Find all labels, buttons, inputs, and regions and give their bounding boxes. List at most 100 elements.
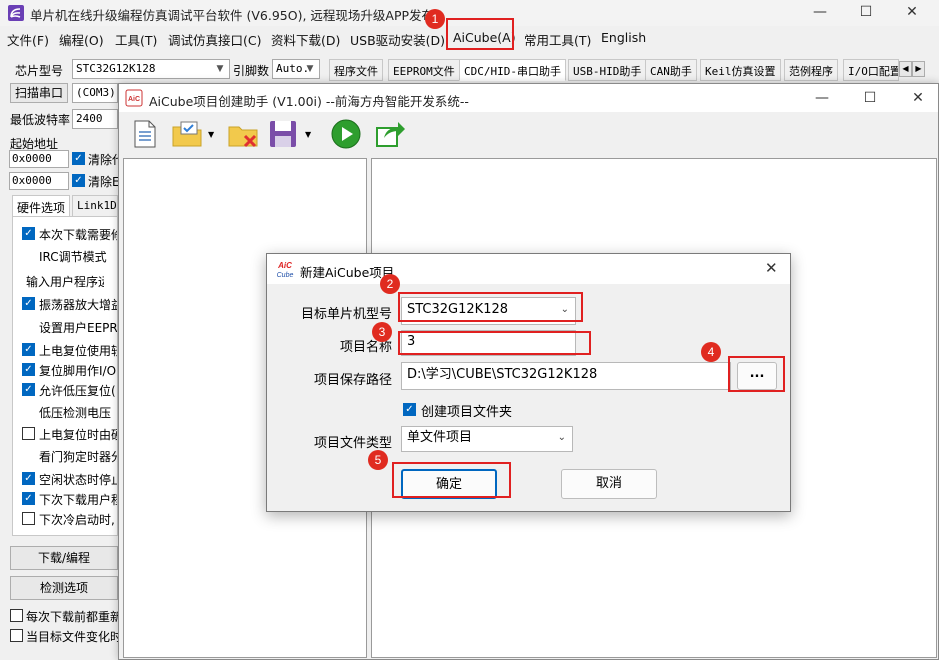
annotation-box-aicube-menu [446,18,514,50]
svg-text:Cube: Cube [277,272,294,279]
option-label: IRC调节模式 [39,250,107,264]
open-folder-icon[interactable] [171,118,203,150]
menu-debug[interactable]: 调试仿真接口(C) [168,30,261,49]
delete-folder-icon[interactable] [227,118,259,150]
option-label: 空闲状态时停止 [39,473,117,487]
save-path-input[interactable]: D:\学习\CUBE\STC32G12K128 [401,362,731,390]
port-value: (COM3) [76,86,116,99]
option-label: 看门狗定时器分 [39,450,117,464]
annotation-badge-1: 1 [425,9,445,29]
clear-eeprom-label: 清除E [88,175,120,189]
clear-eeprom-checkbox[interactable]: ✓ [72,174,85,187]
cancel-button[interactable]: 取消 [561,469,657,499]
option-label: 下次下载用户程 [39,493,117,507]
option-checkbox[interactable] [22,512,35,525]
maximize-button[interactable]: ☐ [843,0,889,26]
close-button[interactable]: ✕ [889,0,935,26]
option-checkbox[interactable]: ✓ [22,383,35,396]
new-document-icon[interactable] [129,118,161,150]
aicube-maximize-button[interactable]: ☐ [847,86,893,112]
tab-can[interactable]: CAN助手 [645,59,697,81]
reload-before-download-label: 每次下载前都重新 [26,610,123,624]
menu-common-tools[interactable]: 常用工具(T) [524,30,591,49]
tab-keil-debug[interactable]: Keil仿真设置 [700,59,781,81]
chip-model-value: STC32G12K128 [76,62,156,75]
option-label: 上电复位时由硬 [39,428,117,442]
minimize-button[interactable]: — [797,0,843,26]
start-address-input-1[interactable]: 0x0000 [9,150,69,168]
min-baud-select[interactable]: 2400 [72,109,118,129]
option-checkbox[interactable]: ✓ [22,297,35,310]
tab-hardware-options[interactable]: 硬件选项 [12,195,71,217]
open-dropdown-icon[interactable]: ▼ [208,130,214,139]
svg-text:AiC: AiC [277,261,292,270]
menu-tools[interactable]: 工具(T) [115,30,157,49]
tab-scroll-left-icon[interactable]: ◀ [899,61,912,77]
reload-before-download-checkbox[interactable] [10,609,23,622]
tab-link1d[interactable]: Link1D/ [72,195,118,217]
menu-program[interactable]: 编程(O) [59,30,104,49]
detect-options-button[interactable]: 检测选项 [10,576,118,600]
chip-model-select[interactable]: STC32G12K128 ▼ [72,59,230,79]
start-address-input-2[interactable]: 0x0000 [9,172,69,190]
option-checkbox[interactable]: ✓ [22,492,35,505]
min-baud-value: 2400 [76,112,103,125]
annotation-badge-5: 5 [368,450,388,470]
dialog-close-icon[interactable]: ✕ [765,259,778,277]
menu-downloads[interactable]: 资料下载(D) [271,30,340,49]
option-label: 下次冷启动时, [39,513,115,527]
tab-io-config[interactable]: I/O口配置 [843,59,899,81]
menu-english[interactable]: English [601,30,646,45]
tab-cdc-hid-serial[interactable]: CDC/HID-串口助手 [459,59,566,81]
app-icon [8,5,24,21]
save-icon[interactable] [267,118,299,150]
pin-count-label: 引脚数 [233,64,270,78]
scan-port-button[interactable]: 扫描串口 [10,83,68,103]
option-label: 上电复位使用较 [39,344,117,358]
clear-code-checkbox[interactable]: ✓ [72,152,85,165]
option-checkbox[interactable]: ✓ [22,472,35,485]
annotation-badge-4: 4 [701,342,721,362]
option-label: 本次下载需要修 [39,228,117,242]
chevron-down-icon: ▼ [216,64,224,74]
auto-load-on-change-label: 当目标文件变化时 [26,630,123,644]
pin-count-select[interactable]: Auto. ▼ [272,59,320,79]
option-label: 低压检测电压 [39,406,112,420]
auto-load-on-change-checkbox[interactable] [10,629,23,642]
run-icon[interactable] [330,118,362,150]
menu-usb-driver[interactable]: USB驱动安装(D) [350,30,445,49]
port-select[interactable]: (COM3) [72,83,118,103]
option-label: 设置用户EEPRO [39,321,117,335]
main-window-title: 单片机在线升级编程仿真调试平台软件 (V6.95O), 远程现场升级APP发布 [30,8,435,23]
create-folder-label: 创建项目文件夹 [421,405,513,420]
tab-program-file[interactable]: 程序文件 [329,59,383,81]
file-type-select[interactable]: 单文件项目 ⌄ [401,426,573,452]
aicube-minimize-button[interactable]: — [799,86,845,112]
aicube-titlebar: AiC AiCube项目创建助手 (V1.00i) --前海方舟智能开发系统--… [119,84,938,112]
create-folder-checkbox[interactable]: ✓ [403,403,416,416]
annotation-box-target-mcu [398,292,583,322]
option-label: 复位脚用作I/O [39,364,117,378]
aicube-close-button[interactable]: ✕ [895,86,939,112]
menu-file[interactable]: 文件(F) [7,30,49,49]
min-baud-label: 最低波特率 [10,113,71,127]
tab-usb-hid[interactable]: USB-HID助手 [568,59,647,81]
save-path-label: 项目保存路径 [313,373,392,388]
option-checkbox[interactable]: ✓ [22,227,35,240]
file-type-value: 单文件项目 [407,430,473,445]
tab-eeprom-file[interactable]: EEPROM文件 [388,59,460,81]
tab-scroll-right-icon[interactable]: ▶ [912,61,925,77]
chip-model-label: 芯片型号 [15,64,64,78]
tab-examples[interactable]: 范例程序 [784,59,838,81]
chevron-down-icon: ▼ [306,64,314,74]
aicube-logo-icon: AiC [125,89,143,107]
option-checkbox[interactable]: ✓ [22,363,35,376]
dialog-titlebar: AiC Cube 新建AiCube项目 ✕ [267,254,790,284]
file-type-label: 项目文件类型 [313,436,392,451]
download-program-button[interactable]: 下载/编程 [10,546,118,570]
option-checkbox[interactable] [22,427,35,440]
option-checkbox[interactable]: ✓ [22,343,35,356]
save-dropdown-icon[interactable]: ▼ [305,130,311,139]
target-mcu-label: 目标单片机型号 [300,307,392,322]
export-icon[interactable] [374,118,406,150]
